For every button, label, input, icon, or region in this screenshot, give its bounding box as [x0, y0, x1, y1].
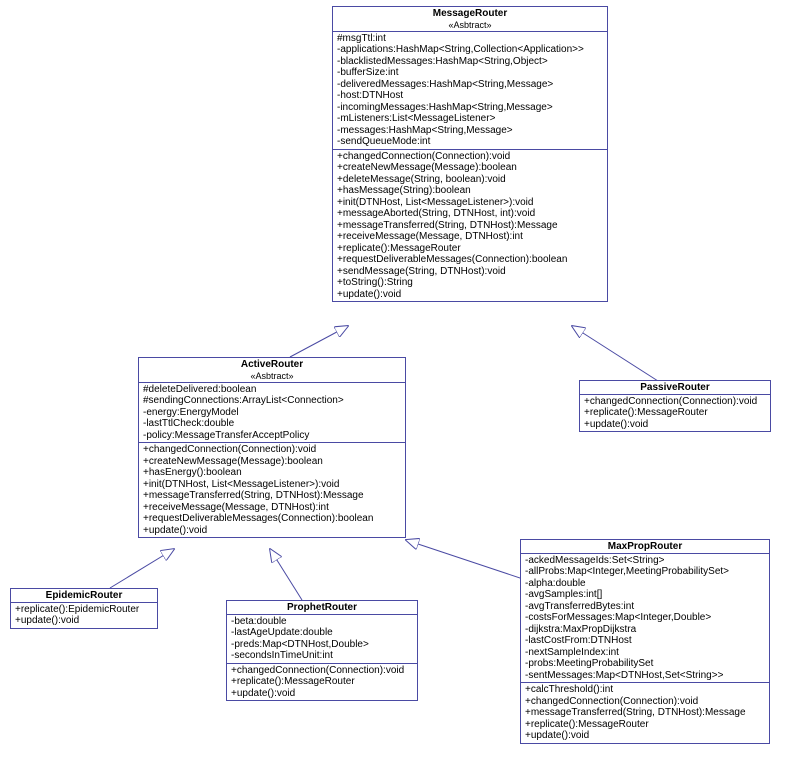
member-row: +changedConnection(Connection):void [231, 665, 413, 677]
class-passive-router: PassiveRouter +changedConnection(Connect… [579, 380, 771, 432]
member-row: -blacklistedMessages:HashMap<String,Obje… [337, 56, 603, 68]
class-title: ActiveRouter [139, 358, 405, 371]
attributes: #deleteDelivered:boolean#sendingConnecti… [139, 382, 405, 443]
member-row: +hasEnergy():boolean [143, 467, 401, 479]
member-row: +toString():String [337, 277, 603, 289]
member-row: +replicate():MessageRouter [584, 407, 766, 419]
member-row: +requestDeliverableMessages(Connection):… [143, 513, 401, 525]
member-row: -mListeners:List<MessageListener> [337, 113, 603, 125]
operations: +changedConnection(Connection):void+crea… [333, 149, 607, 302]
member-row: +update():void [143, 525, 401, 537]
member-row: -preds:Map<DTNHost,Double> [231, 639, 413, 651]
operations: +replicate():EpidemicRouter+update():voi… [11, 602, 157, 628]
member-row: +messageTransferred(String, DTNHost):Mes… [143, 490, 401, 502]
member-row: +update():void [231, 688, 413, 700]
member-row: -secondsInTimeUnit:int [231, 650, 413, 662]
member-row: -lastAgeUpdate:double [231, 627, 413, 639]
member-row: +messageTransferred(String, DTNHost):Mes… [525, 707, 765, 719]
member-row: -avgTransferredBytes:int [525, 601, 765, 613]
class-title: MessageRouter [333, 7, 607, 20]
member-row: +changedConnection(Connection):void [337, 151, 603, 163]
member-row: +createNewMessage(Message):boolean [143, 456, 401, 468]
member-row: +replicate():MessageRouter [525, 719, 765, 731]
member-row: -host:DTNHost [337, 90, 603, 102]
member-row: +calcThreshold():int [525, 684, 765, 696]
member-row: -costsForMessages:Map<Integer,Double> [525, 612, 765, 624]
member-row: +receiveMessage(Message, DTNHost):int [337, 231, 603, 243]
member-row: +replicate():MessageRouter [231, 676, 413, 688]
member-row: -lastCostFrom:DTNHost [525, 635, 765, 647]
member-row: -sentMessages:Map<DTNHost,Set<String>> [525, 670, 765, 682]
member-row: +hasMessage(String):boolean [337, 185, 603, 197]
member-row: -messages:HashMap<String,Message> [337, 125, 603, 137]
operations: +changedConnection(Connection):void+repl… [227, 663, 417, 701]
member-row: +changedConnection(Connection):void [525, 696, 765, 708]
member-row: #deleteDelivered:boolean [143, 384, 401, 396]
member-row: +update():void [584, 419, 766, 431]
member-row: -bufferSize:int [337, 67, 603, 79]
class-epidemic-router: EpidemicRouter +replicate():EpidemicRout… [10, 588, 158, 629]
member-row: -lastTtlCheck:double [143, 418, 401, 430]
member-row: +messageAborted(String, DTNHost, int):vo… [337, 208, 603, 220]
member-row: +createNewMessage(Message):boolean [337, 162, 603, 174]
member-row: -sendQueueMode:int [337, 136, 603, 148]
member-row: +messageTransferred(String, DTNHost):Mes… [337, 220, 603, 232]
class-stereotype: «Asbtract» [333, 20, 607, 31]
member-row: -beta:double [231, 616, 413, 628]
member-row: -allProbs:Map<Integer,MeetingProbability… [525, 566, 765, 578]
operations: +changedConnection(Connection):void+repl… [580, 394, 770, 432]
class-stereotype: «Asbtract» [139, 371, 405, 382]
operations: +changedConnection(Connection):void+crea… [139, 442, 405, 537]
member-row: -ackedMessageIds:Set<String> [525, 555, 765, 567]
class-title: EpidemicRouter [11, 589, 157, 602]
member-row: +replicate():EpidemicRouter [15, 604, 153, 616]
member-row: +update():void [15, 615, 153, 627]
member-row: -nextSampleIndex:int [525, 647, 765, 659]
member-row: -incomingMessages:HashMap<String,Message… [337, 102, 603, 114]
member-row: +receiveMessage(Message, DTNHost):int [143, 502, 401, 514]
member-row: +init(DTNHost, List<MessageListener>):vo… [143, 479, 401, 491]
class-maxprop-router: MaxPropRouter -ackedMessageIds:Set<Strin… [520, 539, 770, 744]
member-row: +update():void [525, 730, 765, 742]
member-row: -dijkstra:MaxPropDijkstra [525, 624, 765, 636]
attributes: -ackedMessageIds:Set<String>-allProbs:Ma… [521, 553, 769, 683]
member-row: +deleteMessage(String, boolean):void [337, 174, 603, 186]
class-active-router: ActiveRouter «Asbtract» #deleteDelivered… [138, 357, 406, 538]
member-row: -avgSamples:int[] [525, 589, 765, 601]
operations: +calcThreshold():int+changedConnection(C… [521, 682, 769, 743]
member-row: #sendingConnections:ArrayList<Connection… [143, 395, 401, 407]
member-row: +init(DTNHost, List<MessageListener>):vo… [337, 197, 603, 209]
member-row: +requestDeliverableMessages(Connection):… [337, 254, 603, 266]
member-row: -deliveredMessages:HashMap<String,Messag… [337, 79, 603, 91]
member-row: -energy:EnergyModel [143, 407, 401, 419]
member-row: #msgTtl:int [337, 33, 603, 45]
member-row: +sendMessage(String, DTNHost):void [337, 266, 603, 278]
class-prophet-router: ProphetRouter -beta:double-lastAgeUpdate… [226, 600, 418, 701]
attributes: #msgTtl:int-applications:HashMap<String,… [333, 31, 607, 149]
member-row: +changedConnection(Connection):void [143, 444, 401, 456]
member-row: +replicate():MessageRouter [337, 243, 603, 255]
member-row: +changedConnection(Connection):void [584, 396, 766, 408]
class-title: MaxPropRouter [521, 540, 769, 553]
attributes: -beta:double-lastAgeUpdate:double-preds:… [227, 614, 417, 663]
member-row: -policy:MessageTransferAcceptPolicy [143, 430, 401, 442]
member-row: +update():void [337, 289, 603, 301]
member-row: -alpha:double [525, 578, 765, 590]
member-row: -applications:HashMap<String,Collection<… [337, 44, 603, 56]
class-title: PassiveRouter [580, 381, 770, 394]
member-row: -probs:MeetingProbabilitySet [525, 658, 765, 670]
class-title: ProphetRouter [227, 601, 417, 614]
class-message-router: MessageRouter «Asbtract» #msgTtl:int-app… [332, 6, 608, 302]
